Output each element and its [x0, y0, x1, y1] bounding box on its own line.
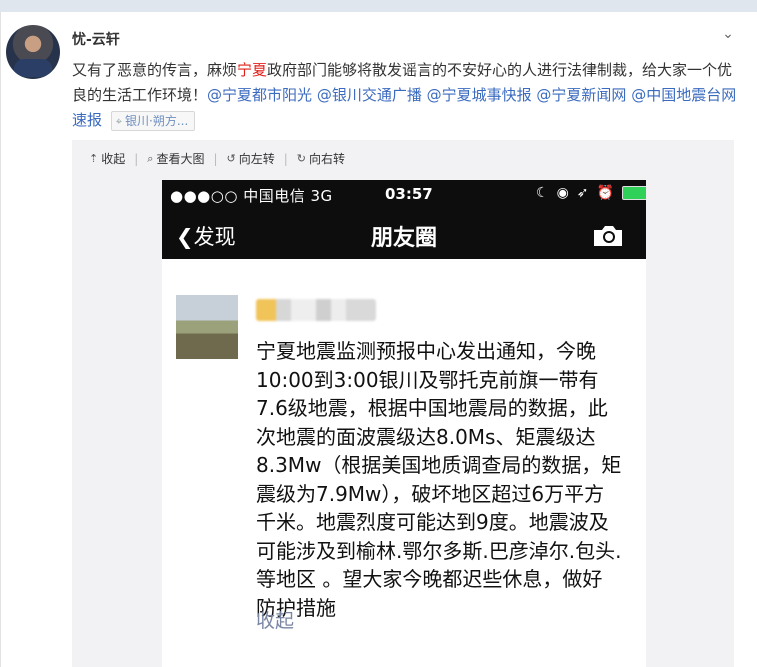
rotate-right-label: 向右转 — [309, 152, 346, 166]
camera-icon[interactable] — [590, 224, 626, 248]
moon-icon: ☾ — [536, 185, 549, 201]
rotate-left-button[interactable]: ↺ 向左转 — [227, 150, 275, 167]
view-large-button[interactable]: ⌕ 查看大图 — [147, 150, 204, 167]
mention-link[interactable]: @宁夏城事快报 — [427, 86, 532, 104]
carrier-label: ●●●○○ 中国电信 3G — [170, 187, 333, 205]
location-arrow-icon: ➶ — [576, 185, 589, 201]
collapse-label: 收起 — [101, 152, 126, 166]
mention-link[interactable]: @银川交通广播 — [317, 86, 422, 104]
post-text: 又有了恶意的传言，麻烦宁夏政府部门能够将散发谣言的不安好心的人进行法律制裁，给大… — [72, 58, 742, 133]
status-icons: ☾ ◉ ➶ ⏰ ϟ — [536, 185, 646, 201]
alarm-icon: ⏰ — [596, 185, 614, 201]
moment-author-blurred — [256, 299, 376, 321]
rotate-right-icon: ↻ — [296, 152, 307, 165]
moment-post: 宁夏地震监测预报中心发出通知，今晚10:00到3:00银川及鄂托克前旗一带有7.… — [162, 259, 646, 667]
moment-text: 宁夏地震监测预报中心发出通知，今晚10:00到3:00银川及鄂托克前旗一带有7.… — [256, 339, 622, 620]
author-avatar[interactable] — [6, 25, 60, 79]
rotation-lock-icon: ◉ — [556, 185, 569, 201]
highlighted-keyword: 宁夏 — [237, 61, 268, 79]
media-toolbar: ⇡ 收起 | ⌕ 查看大图 | ↺ 向左转 | ↻ 向右转 — [89, 150, 345, 167]
location-pin-icon: ⌖ — [115, 114, 122, 128]
mention-link[interactable]: @宁夏都市阳光 — [207, 86, 312, 104]
location-label: 银川·朔方... — [125, 113, 189, 128]
chevron-down-icon[interactable]: ⌄ — [719, 25, 737, 43]
author-name[interactable]: 忧-云轩 — [72, 29, 120, 49]
rotate-left-icon: ↺ — [226, 152, 236, 165]
view-large-label: 查看大图 — [156, 152, 205, 166]
wechat-nav-bar: ❮发现 朋友圈 — [162, 210, 646, 259]
battery-icon — [621, 186, 646, 200]
top-strip — [0, 0, 757, 12]
rotate-left-label: 向左转 — [238, 152, 275, 166]
rotate-right-button[interactable]: ↻ 向右转 — [297, 150, 345, 167]
magnifier-icon: ⌕ — [147, 151, 154, 165]
post-text-fragment: 又有了恶意的传言，麻烦 — [72, 61, 238, 79]
toolbar-divider: | — [283, 151, 288, 166]
location-tag[interactable]: ⌖ 银川·朔方... — [110, 110, 196, 131]
clock-label: 03:57 — [385, 185, 433, 203]
arrow-up-icon: ⇡ — [89, 152, 99, 165]
phone-status-bar: ●●●○○ 中国电信 3G 03:57 ☾ ◉ ➶ ⏰ ϟ — [162, 180, 646, 210]
toolbar-divider: | — [134, 151, 139, 166]
collapse-button[interactable]: ⇡ 收起 — [89, 150, 125, 167]
moment-collapse-link[interactable]: 收起 — [256, 606, 294, 633]
mention-link[interactable]: @宁夏新闻网 — [536, 86, 626, 104]
wechat-screenshot[interactable]: ●●●○○ 中国电信 3G 03:57 ☾ ◉ ➶ ⏰ ϟ ❮发现 朋友圈 — [162, 180, 646, 667]
moment-avatar[interactable] — [176, 295, 238, 359]
media-viewer: ⇡ 收起 | ⌕ 查看大图 | ↺ 向左转 | ↻ 向右转 ●●●○○ 中国电信 3G … — [72, 140, 734, 667]
nav-title: 朋友圈 — [370, 226, 437, 251]
toolbar-divider: | — [213, 151, 218, 166]
